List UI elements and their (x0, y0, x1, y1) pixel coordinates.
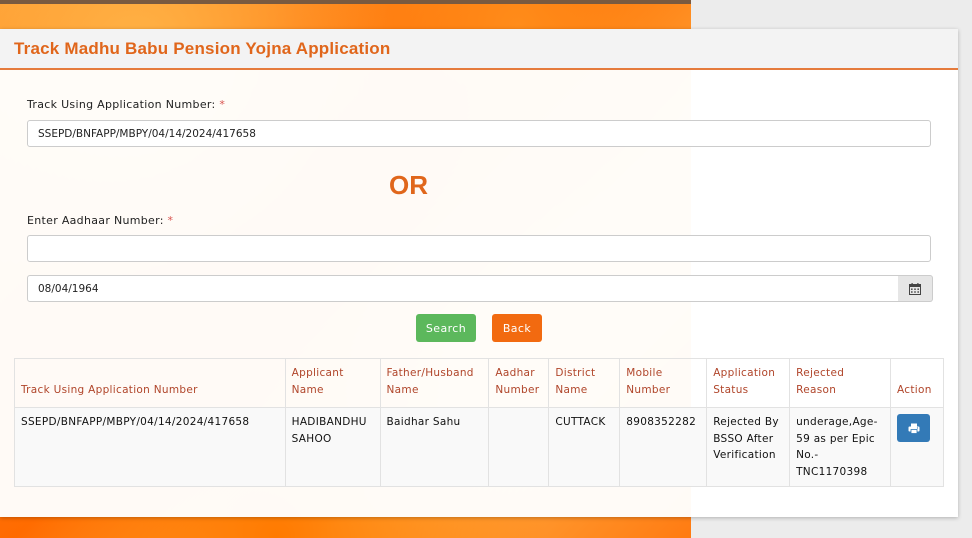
col-header-application-number: Track Using Application Number (14, 358, 286, 408)
col-header-application-status: Application Status (706, 358, 791, 408)
cell-father-husband-name: Baidhar Sahu (379, 407, 490, 487)
print-icon (908, 423, 919, 434)
col-header-father-husband-name: Father/Husband Name (379, 358, 490, 408)
table-row: SSEPD/BNFAPP/MBPY/04/14/2024/417658 HADI… (14, 407, 944, 487)
calendar-icon (909, 282, 921, 295)
application-number-label-text: Track Using Application Number: (27, 98, 216, 111)
date-of-birth-input[interactable] (27, 275, 899, 302)
panel-header: Track Madhu Babu Pension Yojna Applicati… (0, 29, 958, 70)
top-border-line (0, 0, 691, 4)
col-header-district-name: District Name (548, 358, 621, 408)
col-header-rejected-reason: Rejected Reason (789, 358, 891, 408)
application-number-input[interactable] (27, 120, 931, 147)
application-number-label: Track Using Application Number: * (27, 98, 225, 111)
print-button[interactable] (897, 414, 930, 442)
col-header-action: Action (890, 358, 944, 408)
aadhaar-number-label-text: Enter Aadhaar Number: (27, 214, 164, 227)
calendar-button[interactable] (898, 275, 933, 302)
cell-application-number: SSEPD/BNFAPP/MBPY/04/14/2024/417658 (14, 407, 286, 487)
or-divider-text: OR (389, 170, 428, 200)
aadhaar-number-label: Enter Aadhaar Number: * (27, 214, 173, 227)
table-header-row: Track Using Application Number Applicant… (14, 358, 944, 408)
page-title: Track Madhu Babu Pension Yojna Applicati… (14, 38, 391, 58)
cell-district-name: CUTTACK (548, 407, 621, 487)
cell-aadhar-number (488, 407, 550, 487)
search-button[interactable]: Search (416, 314, 476, 342)
required-mark: * (167, 214, 174, 227)
results-table: Track Using Application Number Applicant… (14, 358, 944, 487)
back-button[interactable]: Back (492, 314, 542, 342)
cell-applicant-name: HADIBANDHU SAHOO (284, 407, 381, 487)
cell-rejected-reason: underage,Age-59 as per Epic No.-TNC11703… (789, 407, 891, 487)
col-header-aadhar-number: Aadhar Number (488, 358, 550, 408)
col-header-applicant-name: Applicant Name (284, 358, 381, 408)
required-mark: * (219, 98, 226, 111)
cell-action (890, 407, 944, 487)
col-header-mobile-number: Mobile Number (619, 358, 708, 408)
cell-mobile-number: 8908352282 (619, 407, 708, 487)
aadhaar-number-input[interactable] (27, 235, 931, 262)
cell-application-status: Rejected By BSSO After Verification (706, 407, 791, 487)
